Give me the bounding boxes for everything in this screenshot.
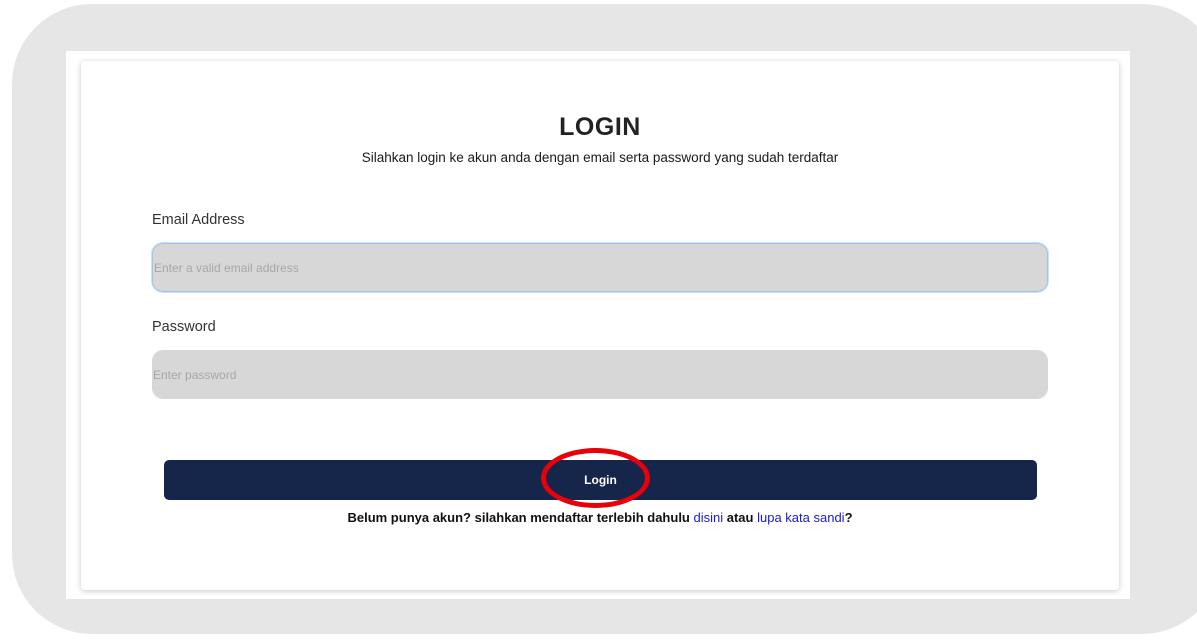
email-label: Email Address	[152, 212, 245, 228]
register-link[interactable]: disini	[694, 510, 724, 525]
forgot-password-link[interactable]: lupa kata sandi	[757, 510, 844, 525]
register-prompt-text: Belum punya akun? silahkan mendaftar ter…	[347, 510, 690, 525]
password-label: Password	[152, 319, 216, 335]
register-prompt-or: atau	[726, 510, 754, 525]
login-button[interactable]: Login	[164, 460, 1037, 500]
password-input[interactable]	[152, 350, 1048, 399]
page-title: LOGIN	[559, 113, 641, 141]
register-prompt-suffix: ?	[844, 510, 853, 525]
register-prompt: Belum punya akun? silahkan mendaftar ter…	[81, 510, 1119, 525]
email-input[interactable]	[152, 243, 1048, 292]
page-subtitle: Silahkan login ke akun anda dengan email…	[361, 150, 839, 165]
login-card: LOGIN Silahkan login ke akun anda dengan…	[81, 61, 1119, 590]
